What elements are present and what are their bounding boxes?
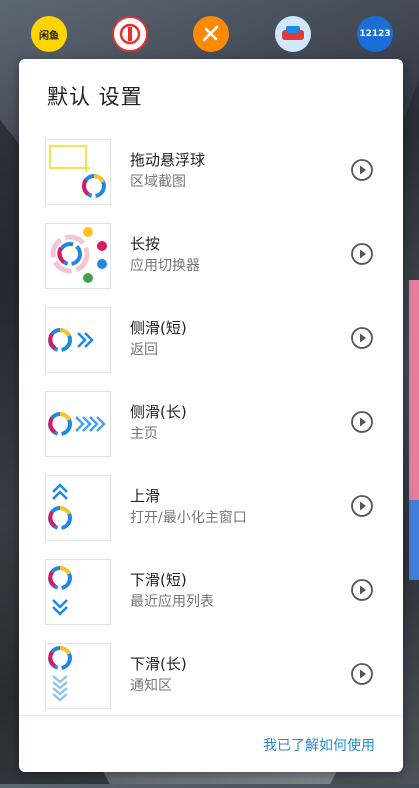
- app-label: 闲鱼: [39, 30, 59, 42]
- gesture-action: 打开/最小化主窗口: [130, 510, 247, 526]
- play-demo-icon[interactable]: [350, 578, 374, 602]
- drag-ball-icon: [45, 139, 111, 205]
- delivery-app-icon[interactable]: [193, 16, 229, 52]
- traffic-12123-app-icon[interactable]: 12123: [357, 16, 393, 52]
- gesture-action: 区域截图: [130, 174, 186, 190]
- swipe-down-short-icon: [45, 559, 111, 625]
- home-app-row: 闲鱼 12123: [0, 16, 419, 56]
- railway-app-icon[interactable]: [112, 16, 148, 52]
- gesture-label: 下滑(长): [130, 655, 187, 673]
- xianyu-app-icon[interactable]: 闲鱼: [31, 16, 67, 52]
- gesture-action: 应用切换器: [130, 258, 200, 274]
- gesture-row-swipe-side-long[interactable]: 侧滑(长) 主页: [19, 371, 403, 457]
- gesture-label: 拖动悬浮球: [130, 151, 206, 169]
- gesture-row-long-press[interactable]: 长按 应用切换器: [19, 203, 403, 289]
- play-demo-icon[interactable]: [350, 326, 374, 350]
- swipe-down-long-icon: [45, 643, 111, 709]
- app-label: 12123: [359, 29, 391, 39]
- car-app-icon[interactable]: [275, 16, 311, 52]
- gesture-label: 上滑: [130, 487, 161, 505]
- got-it-button[interactable]: 我已了解如何使用: [263, 735, 375, 755]
- gesture-action: 主页: [130, 426, 158, 442]
- swipe-side-long-icon: [45, 391, 111, 457]
- play-demo-icon[interactable]: [350, 242, 374, 266]
- gesture-label: 下滑(短): [130, 571, 187, 589]
- dialog-title: 默认 设置: [47, 85, 143, 109]
- gesture-label: 侧滑(长): [130, 403, 187, 421]
- gesture-action: 最近应用列表: [130, 594, 214, 610]
- gesture-action: 返回: [130, 342, 158, 358]
- gesture-row-swipe-side-short[interactable]: 侧滑(短) 返回: [19, 287, 403, 373]
- gesture-label: 长按: [130, 235, 161, 253]
- long-press-icon: [45, 223, 111, 289]
- play-demo-icon[interactable]: [350, 158, 374, 182]
- gesture-row-swipe-down-long[interactable]: 下滑(长) 通知区: [19, 623, 403, 709]
- play-demo-icon[interactable]: [350, 410, 374, 434]
- gesture-label: 侧滑(短): [130, 319, 187, 337]
- play-demo-icon[interactable]: [350, 494, 374, 518]
- swipe-up-icon: [45, 475, 111, 541]
- gesture-row-swipe-down-short[interactable]: 下滑(短) 最近应用列表: [19, 539, 403, 625]
- gesture-row-drag-ball[interactable]: 拖动悬浮球 区域截图: [19, 119, 403, 205]
- default-settings-dialog: 默认 设置 拖动悬浮球 区域截图 长按 应用切换器 侧滑(短) 返回 侧滑(长)…: [19, 59, 403, 772]
- gesture-row-swipe-up[interactable]: 上滑 打开/最小化主窗口: [19, 455, 403, 541]
- gesture-action: 通知区: [130, 678, 172, 694]
- swipe-side-short-icon: [45, 307, 111, 373]
- footer-divider: [19, 715, 403, 716]
- play-demo-icon[interactable]: [350, 662, 374, 686]
